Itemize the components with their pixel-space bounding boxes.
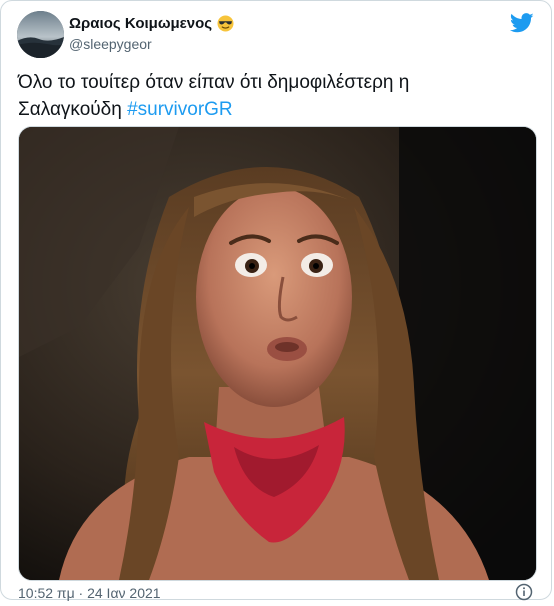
user-handle[interactable]: @sleepygeor	[69, 36, 152, 52]
avatar[interactable]	[17, 11, 64, 58]
hashtag-link[interactable]: #survivorGR	[127, 99, 233, 120]
tweet-text: Όλο το τουίτερ όταν είπαν ότι δημοφιλέστ…	[18, 69, 518, 123]
sunglasses-emoji-icon	[217, 15, 234, 32]
display-name-text: Ωραιος Κοιμωμενος	[69, 15, 213, 32]
tweet-timestamp[interactable]: 10:52 πμ · 24 Ιαν 2021	[18, 585, 161, 601]
tweet-image[interactable]	[18, 126, 537, 581]
display-name[interactable]: Ωραιος Κοιμωμενος	[69, 15, 234, 32]
twitter-bird-icon[interactable]	[509, 13, 534, 33]
tweet-card: Ωραιος Κοιμωμενος @sleepygeor Όλο το του…	[0, 0, 552, 601]
info-icon[interactable]	[515, 583, 533, 601]
